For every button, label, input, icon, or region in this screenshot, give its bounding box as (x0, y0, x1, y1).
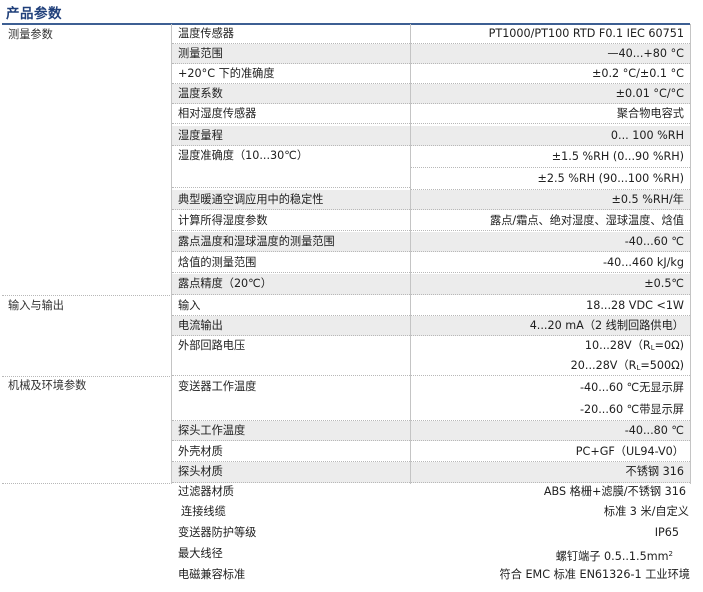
spec-label: 湿度准确度（10...30℃） (178, 149, 309, 162)
spec-label (172, 166, 410, 188)
spec-value: 0... 100 %RH (411, 126, 690, 146)
category-separator (2, 483, 170, 484)
page-title: 产品参数 (6, 6, 62, 22)
spec-label: 典型暖通空调应用中的稳定性 (172, 190, 410, 210)
spec-value: -40...60 ℃ (411, 232, 690, 252)
spec-value: 聚合物电容式 (411, 104, 690, 124)
spec-label: 变送器工作温度 (178, 380, 257, 393)
spec-value: PT1000/PT100 RTD F0.1 IEC 60751 (411, 24, 690, 44)
spec-value: -40...60 ℃无显示屏 (579, 381, 684, 394)
spec-value: 18...28 VDC <1W (411, 296, 690, 316)
category-mechanical: 机械及环境参数 (8, 379, 87, 392)
spec-value: ±0.2 °C/±0.1 °C (411, 64, 690, 84)
spec-label: 电流输出 (172, 316, 410, 336)
spec-value: 不锈钢 316 (411, 462, 690, 483)
spec-value: -40...80 ℃ (411, 421, 690, 441)
spec-label: +20°C 下的准确度 (172, 64, 410, 84)
spec-label: 输入 (172, 296, 410, 316)
spec-label: 温度系数 (172, 84, 410, 104)
spec-value: ±0.5℃ (411, 274, 690, 295)
spec-value: 标准 3 米/自定义 (603, 505, 689, 518)
spec-label: 温度传感器 (172, 24, 410, 44)
spec-value: 露点/霜点、绝对湿度、湿球温度、焓值 (411, 211, 690, 231)
category-measurement: 测量参数 (8, 28, 53, 41)
spec-value: PC+GF（UL94-V0） (411, 442, 690, 462)
spec-label (172, 397, 410, 421)
spec-value: 符合 EMC 标准 EN61326-1 工业环境 (499, 568, 690, 581)
spec-label: 湿度量程 (172, 126, 410, 146)
spec-label (172, 356, 410, 376)
category-io: 输入与输出 (8, 299, 64, 312)
spec-value: 20...28V（RL=500Ω) (411, 356, 690, 376)
spec-label: 露点精度（20℃） (172, 274, 410, 295)
spec-label: 外部回路电压 (178, 339, 246, 352)
spec-value: IP65 (654, 526, 679, 539)
spec-label: 连接线缆 (181, 505, 226, 518)
spec-value: 4...20 mA（2 线制回路供电） (411, 316, 690, 336)
spec-value: -20...60 ℃带显示屏 (411, 399, 690, 421)
right-border (690, 24, 691, 484)
category-separator (2, 376, 170, 377)
spec-label: 计算所得湿度参数 (172, 211, 410, 231)
spec-label: 探头材质 (172, 462, 410, 483)
spec-value: ±0.5 %RH/年 (411, 190, 690, 210)
spec-value: ±2.5 %RH (90...100 %RH) (411, 168, 690, 190)
spec-value: 螺钉端子 0.5..1.5mm2 (555, 550, 673, 563)
spec-label: 相对湿度传感器 (172, 104, 410, 124)
spec-label: 露点温度和湿球温度的测量范围 (172, 232, 410, 252)
spec-value: ±1.5 %RH (0...90 %RH) (411, 146, 690, 168)
spec-label: 外壳材质 (172, 442, 410, 462)
spec-label: 最大线径 (178, 547, 223, 560)
spec-label: 电磁兼容标准 (178, 568, 246, 581)
spec-value: -40...460 kJ/kg (411, 253, 690, 273)
spec-label: 过滤器材质 (178, 485, 234, 498)
spec-label: 测量范围 (172, 44, 410, 64)
spec-value: ABS 格栅+滤膜/不锈钢 316 (543, 485, 686, 498)
spec-value: 10...28V（RL=0Ω) (584, 339, 684, 352)
spec-value: ±0.01 °C/°C (411, 84, 690, 104)
spec-label: 变送器防护等级 (178, 526, 257, 539)
category-separator (2, 295, 170, 296)
spec-label: 探头工作温度 (172, 421, 410, 441)
spec-value: —40...+80 °C (411, 44, 690, 64)
spec-label: 焓值的测量范围 (172, 253, 410, 273)
